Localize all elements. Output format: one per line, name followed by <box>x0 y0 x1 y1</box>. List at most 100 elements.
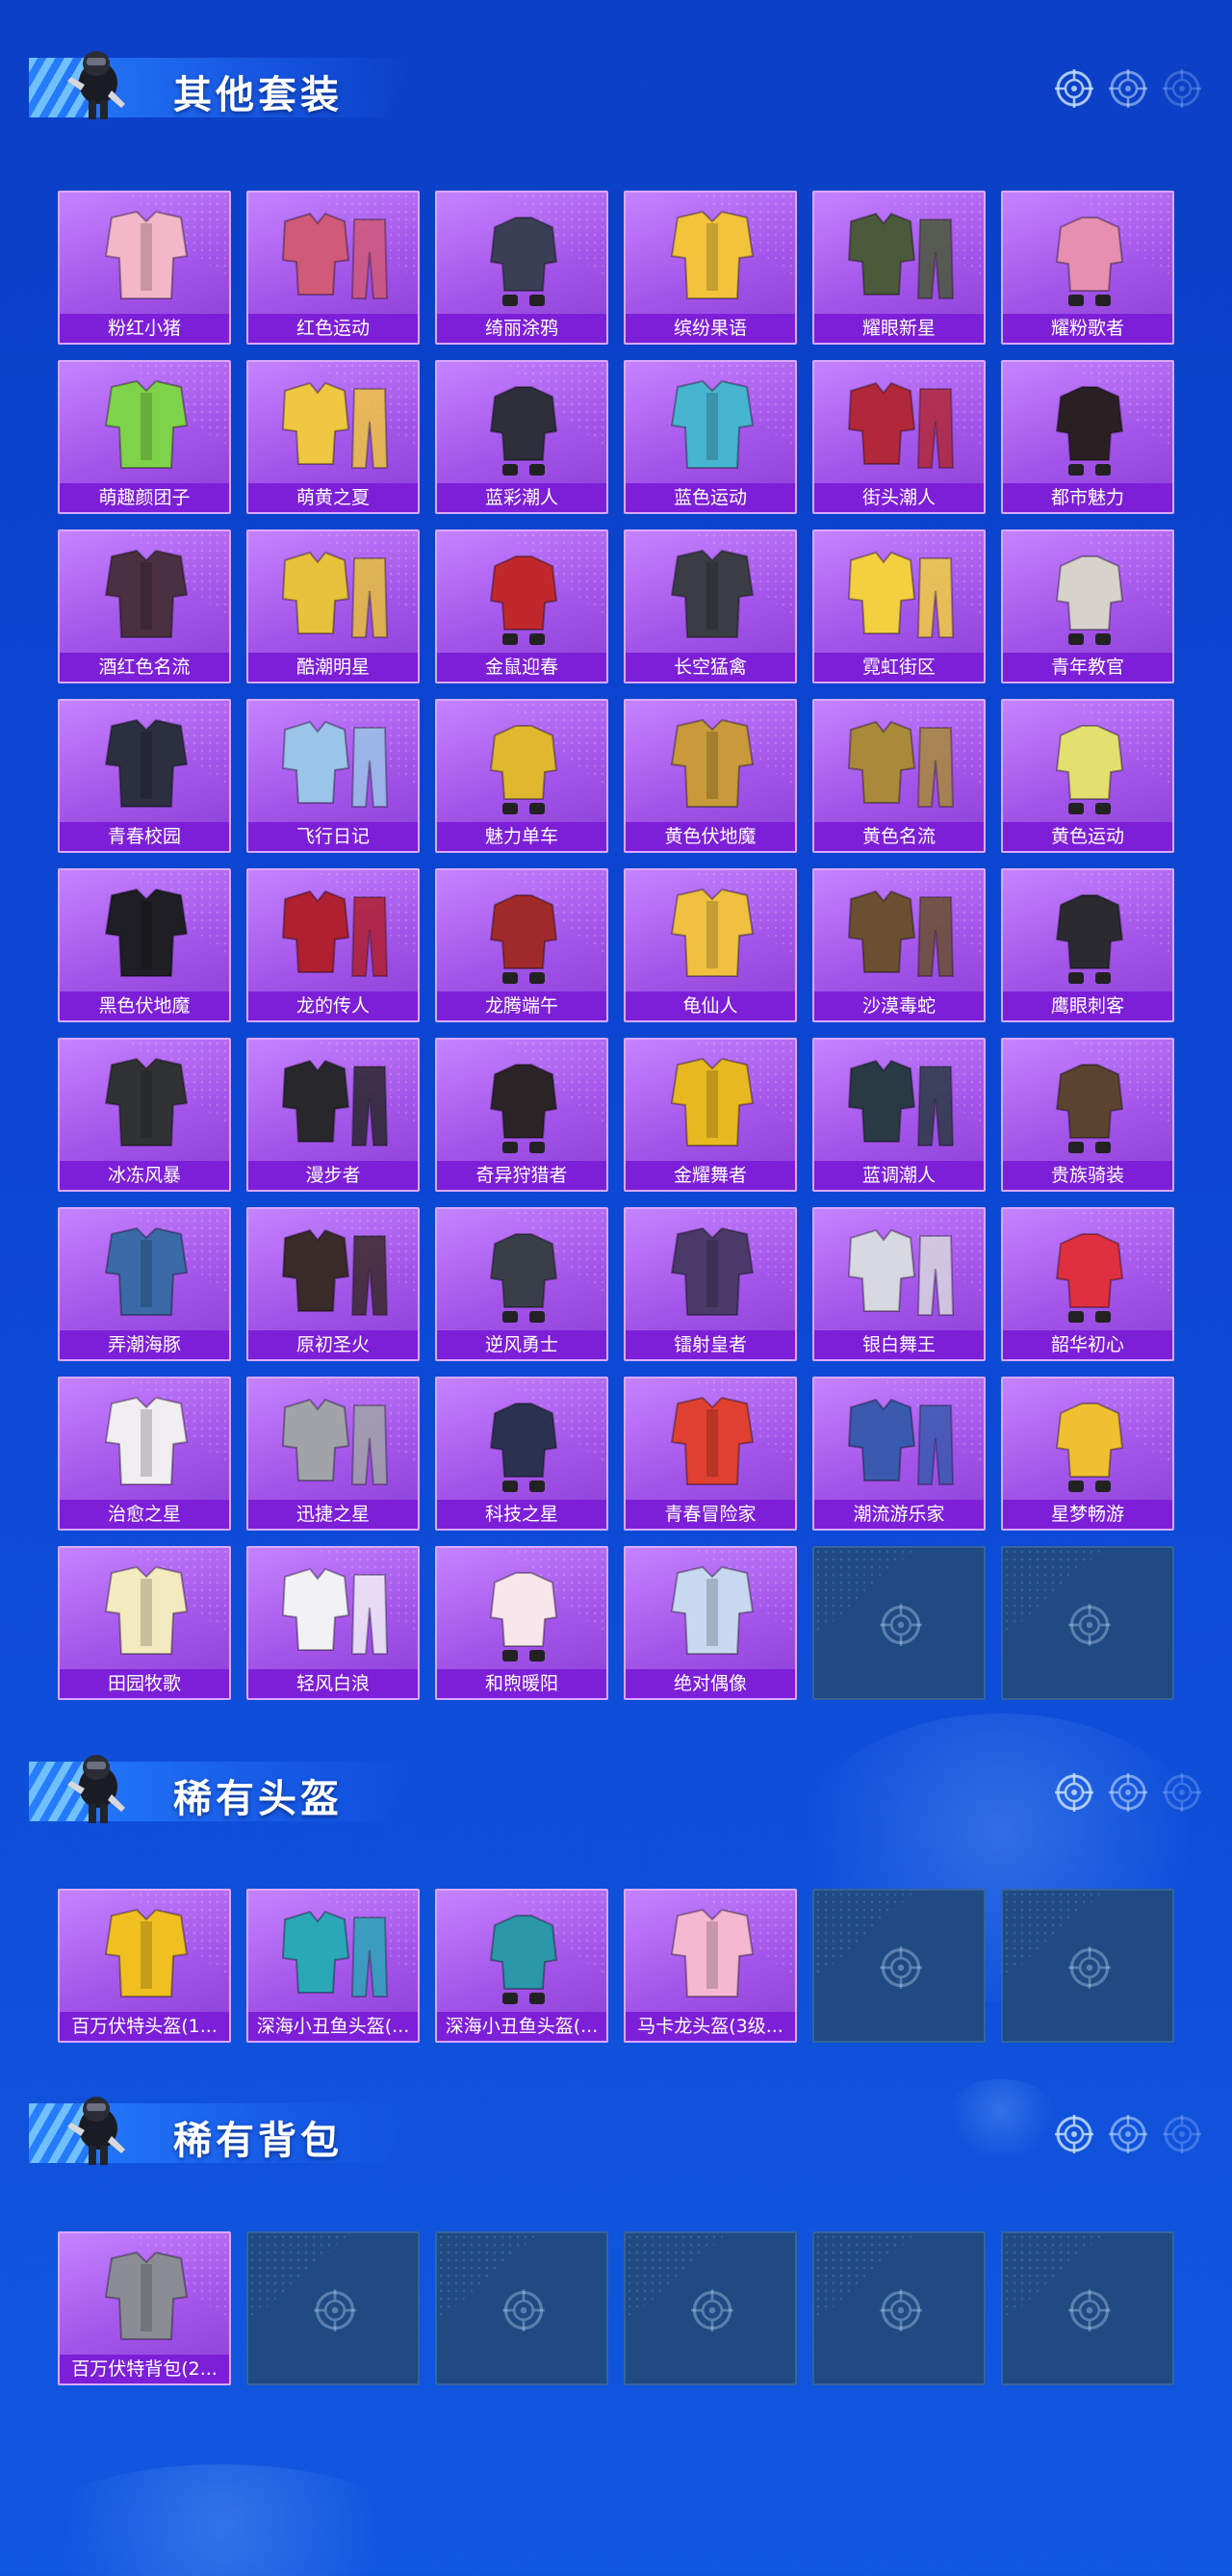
item-card[interactable]: 酒红色名流 <box>58 529 231 683</box>
item-image <box>670 718 755 808</box>
item-card[interactable]: 沙漠毒蛇 <box>812 868 986 1022</box>
item-card[interactable]: 星梦畅游 <box>1001 1377 1174 1531</box>
item-card[interactable]: 冰冻风暴 <box>58 1038 231 1192</box>
item-image <box>281 551 389 638</box>
item-card[interactable]: 萌趣颜团子 <box>58 360 231 514</box>
item-card[interactable]: 绝对偶像 <box>624 1546 797 1700</box>
item-image <box>847 551 955 638</box>
item-label: 酒红色名流 <box>60 653 229 682</box>
item-image <box>1055 1403 1124 1492</box>
item-card[interactable]: 龟仙人 <box>624 868 797 1022</box>
item-card[interactable]: 百万伏特头盔(1... <box>58 1889 231 2043</box>
item-label: 缤纷果语 <box>626 314 795 343</box>
item-card[interactable]: 贵族骑装 <box>1001 1038 1174 1192</box>
item-image <box>104 1565 189 1655</box>
item-image <box>489 386 558 476</box>
item-card[interactable]: 魅力单车 <box>435 699 608 853</box>
item-label: 酷潮明星 <box>248 653 418 682</box>
target-icon <box>1068 1604 1111 1646</box>
item-image <box>104 2251 189 2340</box>
item-image <box>670 888 755 977</box>
item-card[interactable]: 绮丽涂鸦 <box>435 191 608 345</box>
empty-slot[interactable] <box>435 2231 608 2385</box>
empty-slot[interactable] <box>812 1889 986 2043</box>
item-card[interactable]: 轻风白浪 <box>246 1546 420 1700</box>
empty-slot[interactable] <box>1001 1889 1174 2043</box>
item-label: 深海小丑鱼头盔(... <box>248 2012 418 2041</box>
item-card[interactable]: 蓝彩潮人 <box>435 360 608 514</box>
empty-slot[interactable] <box>812 2231 986 2385</box>
item-label: 黑色伏地魔 <box>60 992 229 1020</box>
item-card[interactable]: 金耀舞者 <box>624 1038 797 1192</box>
target-icon <box>1055 2115 1093 2153</box>
item-card[interactable]: 马卡龙头盔(3级... <box>624 1889 797 2043</box>
item-label: 青年教官 <box>1003 653 1172 682</box>
item-label: 原初圣火 <box>248 1330 418 1359</box>
item-label: 弄潮海豚 <box>60 1330 229 1359</box>
empty-slot[interactable] <box>246 2231 420 2385</box>
item-card[interactable]: 镭射皇者 <box>624 1207 797 1361</box>
item-card[interactable]: 红色运动 <box>246 191 420 345</box>
item-card[interactable]: 缤纷果语 <box>624 191 797 345</box>
item-card[interactable]: 蓝色运动 <box>624 360 797 514</box>
item-image <box>104 1057 189 1146</box>
item-label: 沙漠毒蛇 <box>814 992 984 1020</box>
item-card[interactable]: 飞行日记 <box>246 699 420 853</box>
item-card[interactable]: 田园牧歌 <box>58 1546 231 1700</box>
item-card[interactable]: 治愈之星 <box>58 1377 231 1531</box>
item-card[interactable]: 逆风勇士 <box>435 1207 608 1361</box>
item-card[interactable]: 耀粉歌者 <box>1001 191 1174 345</box>
item-label: 萌黄之夏 <box>248 483 418 512</box>
item-card[interactable]: 粉红小猪 <box>58 191 231 345</box>
item-card[interactable]: 黄色名流 <box>812 699 986 853</box>
empty-slot[interactable] <box>812 1546 986 1700</box>
item-card[interactable]: 鹰眼刺客 <box>1001 868 1174 1022</box>
item-card[interactable]: 街头潮人 <box>812 360 986 514</box>
item-card[interactable]: 潮流游乐家 <box>812 1377 986 1531</box>
item-card[interactable]: 黄色运动 <box>1001 699 1174 853</box>
item-image <box>670 210 755 299</box>
item-card[interactable]: 深海小丑鱼头盔(... <box>246 1889 420 2043</box>
item-card[interactable]: 青年教官 <box>1001 529 1174 683</box>
item-card[interactable]: 龙的传人 <box>246 868 420 1022</box>
item-card[interactable]: 原初圣火 <box>246 1207 420 1361</box>
item-label: 黄色伏地魔 <box>626 822 795 851</box>
item-card[interactable]: 蓝调潮人 <box>812 1038 986 1192</box>
item-card[interactable]: 迅捷之星 <box>246 1377 420 1531</box>
item-card[interactable]: 科技之星 <box>435 1377 608 1531</box>
item-card[interactable]: 金鼠迎春 <box>435 529 608 683</box>
item-card[interactable]: 龙腾端午 <box>435 868 608 1022</box>
item-card[interactable]: 酷潮明星 <box>246 529 420 683</box>
item-card[interactable]: 银白舞王 <box>812 1207 986 1361</box>
item-image <box>281 720 389 808</box>
item-label: 蓝彩潮人 <box>437 483 606 512</box>
item-card[interactable]: 百万伏特背包(2... <box>58 2231 231 2385</box>
item-image <box>1055 1233 1124 1323</box>
item-card[interactable]: 奇异狩猎者 <box>435 1038 608 1192</box>
item-label: 金鼠迎春 <box>437 653 606 682</box>
item-label: 魅力单车 <box>437 822 606 851</box>
item-image <box>1055 217 1124 306</box>
item-card[interactable]: 霓虹街区 <box>812 529 986 683</box>
empty-slot[interactable] <box>624 2231 797 2385</box>
item-card[interactable]: 漫步者 <box>246 1038 420 1192</box>
empty-slot[interactable] <box>1001 2231 1174 2385</box>
empty-slot[interactable] <box>1001 1546 1174 1700</box>
item-card[interactable]: 青春冒险家 <box>624 1377 797 1531</box>
item-image <box>104 888 189 977</box>
item-card[interactable]: 韶华初心 <box>1001 1207 1174 1361</box>
item-card[interactable]: 和煦暖阳 <box>435 1546 608 1700</box>
item-card[interactable]: 耀眼新星 <box>812 191 986 345</box>
item-image <box>1055 894 1124 984</box>
item-card[interactable]: 青春校园 <box>58 699 231 853</box>
item-card[interactable]: 深海小丑鱼头盔(... <box>435 1889 608 2043</box>
item-card[interactable]: 长空猛禽 <box>624 529 797 683</box>
section-title: 稀有背包 <box>173 2119 343 2163</box>
item-label: 奇异狩猎者 <box>437 1161 606 1190</box>
item-image <box>847 1059 955 1146</box>
item-card[interactable]: 都市魅力 <box>1001 360 1174 514</box>
item-card[interactable]: 弄潮海豚 <box>58 1207 231 1361</box>
item-card[interactable]: 黑色伏地魔 <box>58 868 231 1022</box>
item-card[interactable]: 黄色伏地魔 <box>624 699 797 853</box>
item-card[interactable]: 萌黄之夏 <box>246 360 420 514</box>
